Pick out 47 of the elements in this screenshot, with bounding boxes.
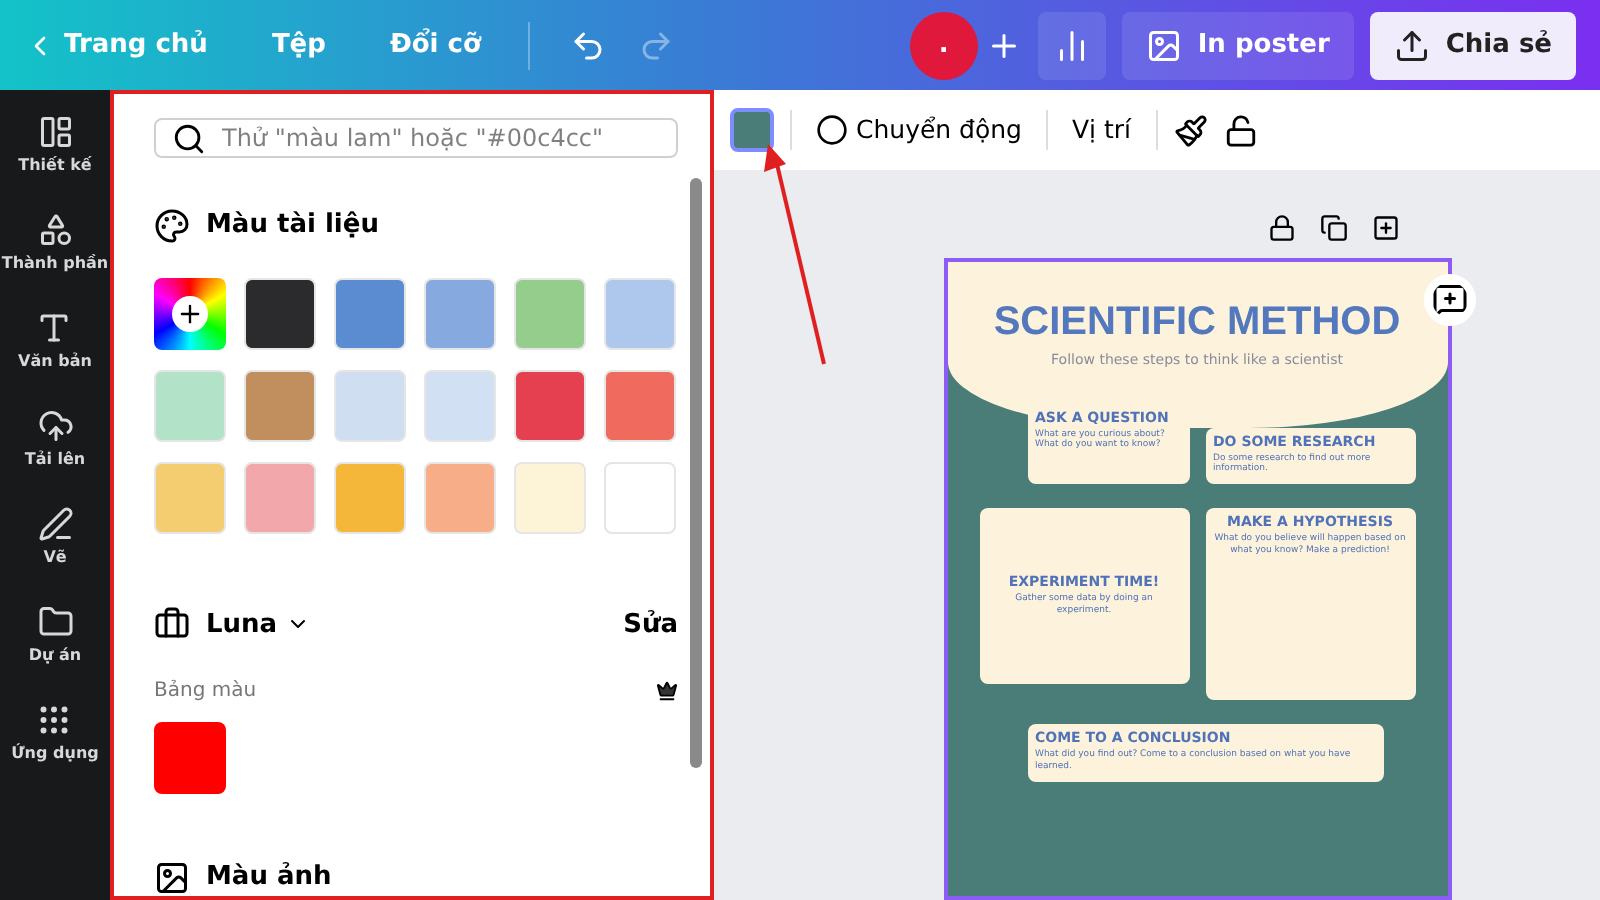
animate-button[interactable]: Chuyển động xyxy=(808,111,1030,149)
paint-roller-icon[interactable] xyxy=(1173,113,1208,147)
position-button[interactable]: Vị trí xyxy=(1064,111,1140,149)
pen-icon xyxy=(37,506,73,542)
add-page-icon[interactable] xyxy=(1372,214,1400,242)
chart-button[interactable] xyxy=(1037,11,1106,79)
comment-icon[interactable] xyxy=(1424,274,1476,326)
duplicate-icon[interactable] xyxy=(1320,214,1348,242)
image-icon xyxy=(1145,27,1182,63)
unlock-icon[interactable] xyxy=(1223,113,1258,147)
edit-link[interactable]: Sửa xyxy=(623,605,678,644)
poster[interactable] xyxy=(943,258,1451,900)
rail-item[interactable]: Vẽ xyxy=(37,506,73,570)
avatar[interactable]: . xyxy=(909,11,978,79)
rail-item[interactable]: Dự án xyxy=(28,604,82,668)
search-icon xyxy=(172,121,206,155)
grid-icon xyxy=(36,702,73,738)
rail-item[interactable]: Văn bản xyxy=(18,310,92,374)
search-field[interactable]: Thử "màu lam" hoặc "#00c4cc" xyxy=(154,118,678,158)
print-button[interactable]: In poster xyxy=(1121,11,1354,79)
color-swatch[interactable] xyxy=(730,108,774,152)
share-button[interactable]: Chia sẻ xyxy=(1369,11,1576,79)
rail-item[interactable]: Thành phần xyxy=(1,212,109,276)
palette-icon xyxy=(154,207,190,244)
upload-icon xyxy=(1393,27,1430,63)
circle-icon xyxy=(816,114,848,146)
lock-icon[interactable] xyxy=(1268,214,1296,242)
rail-item[interactable]: Ứng dụng xyxy=(11,702,99,766)
brand-kit-dropdown[interactable]: Luna xyxy=(206,605,310,644)
section-title: Màu tài liệu xyxy=(206,208,379,244)
undo-icon[interactable] xyxy=(570,27,607,63)
text-icon xyxy=(36,310,73,346)
section-title: Màu ảnh xyxy=(206,860,332,896)
plus-icon xyxy=(172,295,208,331)
brand-kit-icon xyxy=(154,606,190,643)
crown-icon xyxy=(656,680,678,702)
rail-item[interactable]: Thiết kế xyxy=(18,114,92,178)
rail-item[interactable]: Tải lên xyxy=(24,408,86,472)
shapes-icon xyxy=(37,212,73,248)
layout-icon xyxy=(37,114,73,150)
poster-title: SCIENTIFIC METHOD xyxy=(993,302,1401,342)
folder-icon xyxy=(37,604,73,640)
add-color-button[interactable] xyxy=(154,277,226,349)
palette-label: Bảng màu xyxy=(154,677,257,706)
cloud-upload-icon xyxy=(37,408,73,444)
color-swatch[interactable] xyxy=(154,722,226,794)
image-icon xyxy=(154,859,190,896)
